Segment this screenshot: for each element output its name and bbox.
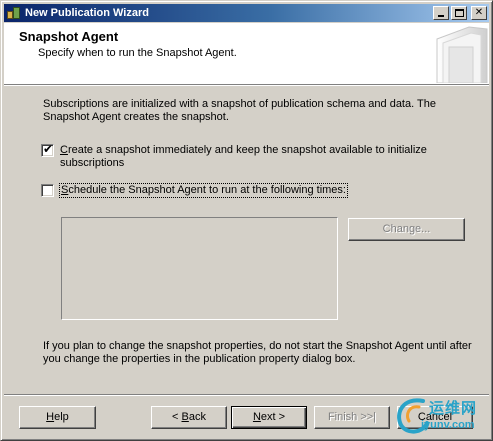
wizard-graphic-icon	[436, 26, 488, 83]
create-snapshot-option[interactable]: ✔ Create a snapshot immediately and keep…	[41, 142, 441, 170]
app-icon	[7, 6, 21, 20]
header-divider	[4, 85, 489, 86]
schedule-label[interactable]: Schedule the Snapshot Agent to run at th…	[59, 183, 348, 198]
change-schedule-button[interactable]: Change...	[348, 218, 465, 241]
page-title: Snapshot Agent	[19, 29, 119, 44]
back-button[interactable]: < Back	[151, 406, 227, 429]
schedule-checkbox[interactable]	[41, 184, 54, 197]
window-title: New Publication Wizard	[25, 7, 149, 19]
maximize-button[interactable]	[451, 6, 467, 20]
wizard-window: New Publication Wizard ✕ Snapshot Agent …	[0, 0, 493, 441]
finish-button[interactable]: Finish >>|	[314, 406, 390, 429]
close-button[interactable]: ✕	[471, 6, 487, 20]
wizard-header: Snapshot Agent Specify when to run the S…	[4, 23, 489, 85]
minimize-button[interactable]	[433, 6, 449, 20]
create-snapshot-checkbox[interactable]: ✔	[41, 142, 54, 157]
maximize-icon	[454, 9, 464, 17]
schedule-option[interactable]: Schedule the Snapshot Agent to run at th…	[41, 183, 348, 198]
page-subtitle: Specify when to run the Snapshot Agent.	[38, 47, 237, 59]
title-bar[interactable]: New Publication Wizard ✕	[4, 4, 489, 22]
close-icon: ✕	[474, 7, 484, 18]
minimize-icon	[438, 15, 444, 17]
help-button[interactable]: Help	[19, 406, 96, 429]
cancel-button[interactable]: Cancel	[397, 406, 473, 429]
checkmark-icon: ✔	[43, 142, 54, 156]
window-controls: ✕	[433, 6, 487, 20]
create-snapshot-label[interactable]: Create a snapshot immediately and keep t…	[60, 144, 441, 170]
note-text: If you plan to change the snapshot prope…	[43, 340, 472, 365]
next-button[interactable]: Next >	[231, 406, 307, 429]
intro-text: Subscriptions are initialized with a sna…	[43, 98, 436, 123]
schedule-description-box	[61, 217, 338, 320]
footer-divider	[4, 394, 489, 396]
